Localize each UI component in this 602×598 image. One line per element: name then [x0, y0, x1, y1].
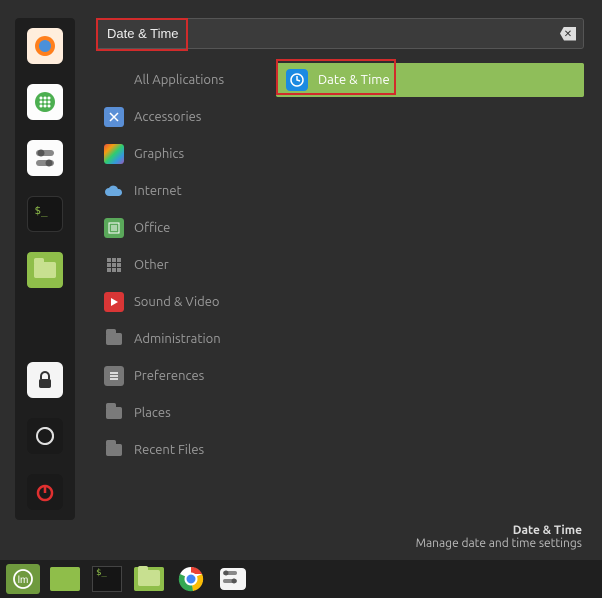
- play-icon: [104, 292, 124, 312]
- cat-label: Graphics: [134, 147, 184, 161]
- folder-icon: [34, 262, 56, 278]
- cat-recent-files[interactable]: Recent Files: [96, 433, 266, 467]
- results-list: Date & Time: [276, 63, 584, 518]
- cat-label: Office: [134, 221, 170, 235]
- cat-label: Accessories: [134, 110, 201, 124]
- taskbar: lm $_: [0, 560, 602, 598]
- firefox-icon: [33, 34, 57, 58]
- cat-label: Preferences: [134, 369, 204, 383]
- cat-internet[interactable]: Internet: [96, 174, 266, 208]
- fav-shutdown[interactable]: [27, 474, 63, 510]
- settings-toggle-icon: [34, 147, 56, 169]
- cat-all-applications[interactable]: All Applications: [96, 63, 266, 97]
- fav-system-settings[interactable]: [27, 140, 63, 176]
- taskbar-system-settings[interactable]: [216, 564, 250, 594]
- cat-office[interactable]: Office: [96, 211, 266, 245]
- cat-sound-video[interactable]: Sound & Video: [96, 285, 266, 319]
- cloud-icon: [104, 181, 124, 201]
- power-icon: [35, 482, 55, 502]
- taskbar-show-desktop[interactable]: [48, 564, 82, 594]
- backspace-icon: ✕: [564, 28, 572, 40]
- fav-firefox[interactable]: [27, 28, 63, 64]
- rainbow-icon: [104, 144, 124, 164]
- cat-label: Sound & Video: [134, 295, 220, 309]
- preferences-icon: [104, 366, 124, 386]
- cat-accessories[interactable]: Accessories: [96, 100, 266, 134]
- result-date-time[interactable]: Date & Time: [276, 63, 584, 97]
- folder-icon: [134, 567, 164, 591]
- folder-icon: [104, 403, 124, 423]
- taskbar-terminal[interactable]: $_: [90, 564, 124, 594]
- taskbar-files[interactable]: [132, 564, 166, 594]
- cat-label: Recent Files: [134, 443, 204, 457]
- favorites-sidebar: $_: [0, 0, 90, 560]
- cat-label: Administration: [134, 332, 221, 346]
- clock-icon: [286, 69, 308, 91]
- blank-icon: [104, 70, 124, 90]
- scissors-icon: [104, 107, 124, 127]
- svg-text:lm: lm: [18, 575, 29, 586]
- search-container: ✕: [96, 18, 584, 49]
- fav-lock-screen[interactable]: [27, 362, 63, 398]
- fav-files[interactable]: [27, 252, 63, 288]
- desktop-icon: [50, 567, 80, 591]
- cat-places[interactable]: Places: [96, 396, 266, 430]
- search-input[interactable]: [96, 18, 584, 49]
- cat-administration[interactable]: Administration: [96, 322, 266, 356]
- cat-preferences[interactable]: Preferences: [96, 359, 266, 393]
- terminal-icon: $_: [34, 204, 47, 217]
- folder-icon: [104, 440, 124, 460]
- settings-toggle-icon: [220, 568, 246, 590]
- terminal-icon: $_: [92, 566, 122, 592]
- chrome-icon: [178, 566, 204, 592]
- cat-label: All Applications: [134, 73, 224, 87]
- desc-title: Date & Time: [96, 524, 582, 537]
- result-label: Date & Time: [318, 73, 390, 87]
- cat-label: Other: [134, 258, 169, 272]
- fav-logout[interactable]: [27, 418, 63, 454]
- grid-icon: [104, 255, 124, 275]
- mint-logo-icon: lm: [13, 569, 33, 589]
- cat-other[interactable]: Other: [96, 248, 266, 282]
- start-menu-button[interactable]: lm: [6, 564, 40, 594]
- fav-terminal[interactable]: $_: [27, 196, 63, 232]
- fav-apps[interactable]: [27, 84, 63, 120]
- category-list: All Applications Accessories Graphics: [96, 63, 266, 518]
- apps-grid-icon: [34, 91, 56, 113]
- logout-icon: [35, 426, 55, 446]
- lock-icon: [36, 371, 54, 389]
- taskbar-chrome[interactable]: [174, 564, 208, 594]
- cat-label: Internet: [134, 184, 182, 198]
- office-icon: [104, 218, 124, 238]
- cat-label: Places: [134, 406, 171, 420]
- desc-subtitle: Manage date and time settings: [96, 537, 582, 550]
- cat-graphics[interactable]: Graphics: [96, 137, 266, 171]
- folder-icon: [104, 329, 124, 349]
- app-description: Date & Time Manage date and time setting…: [96, 518, 584, 550]
